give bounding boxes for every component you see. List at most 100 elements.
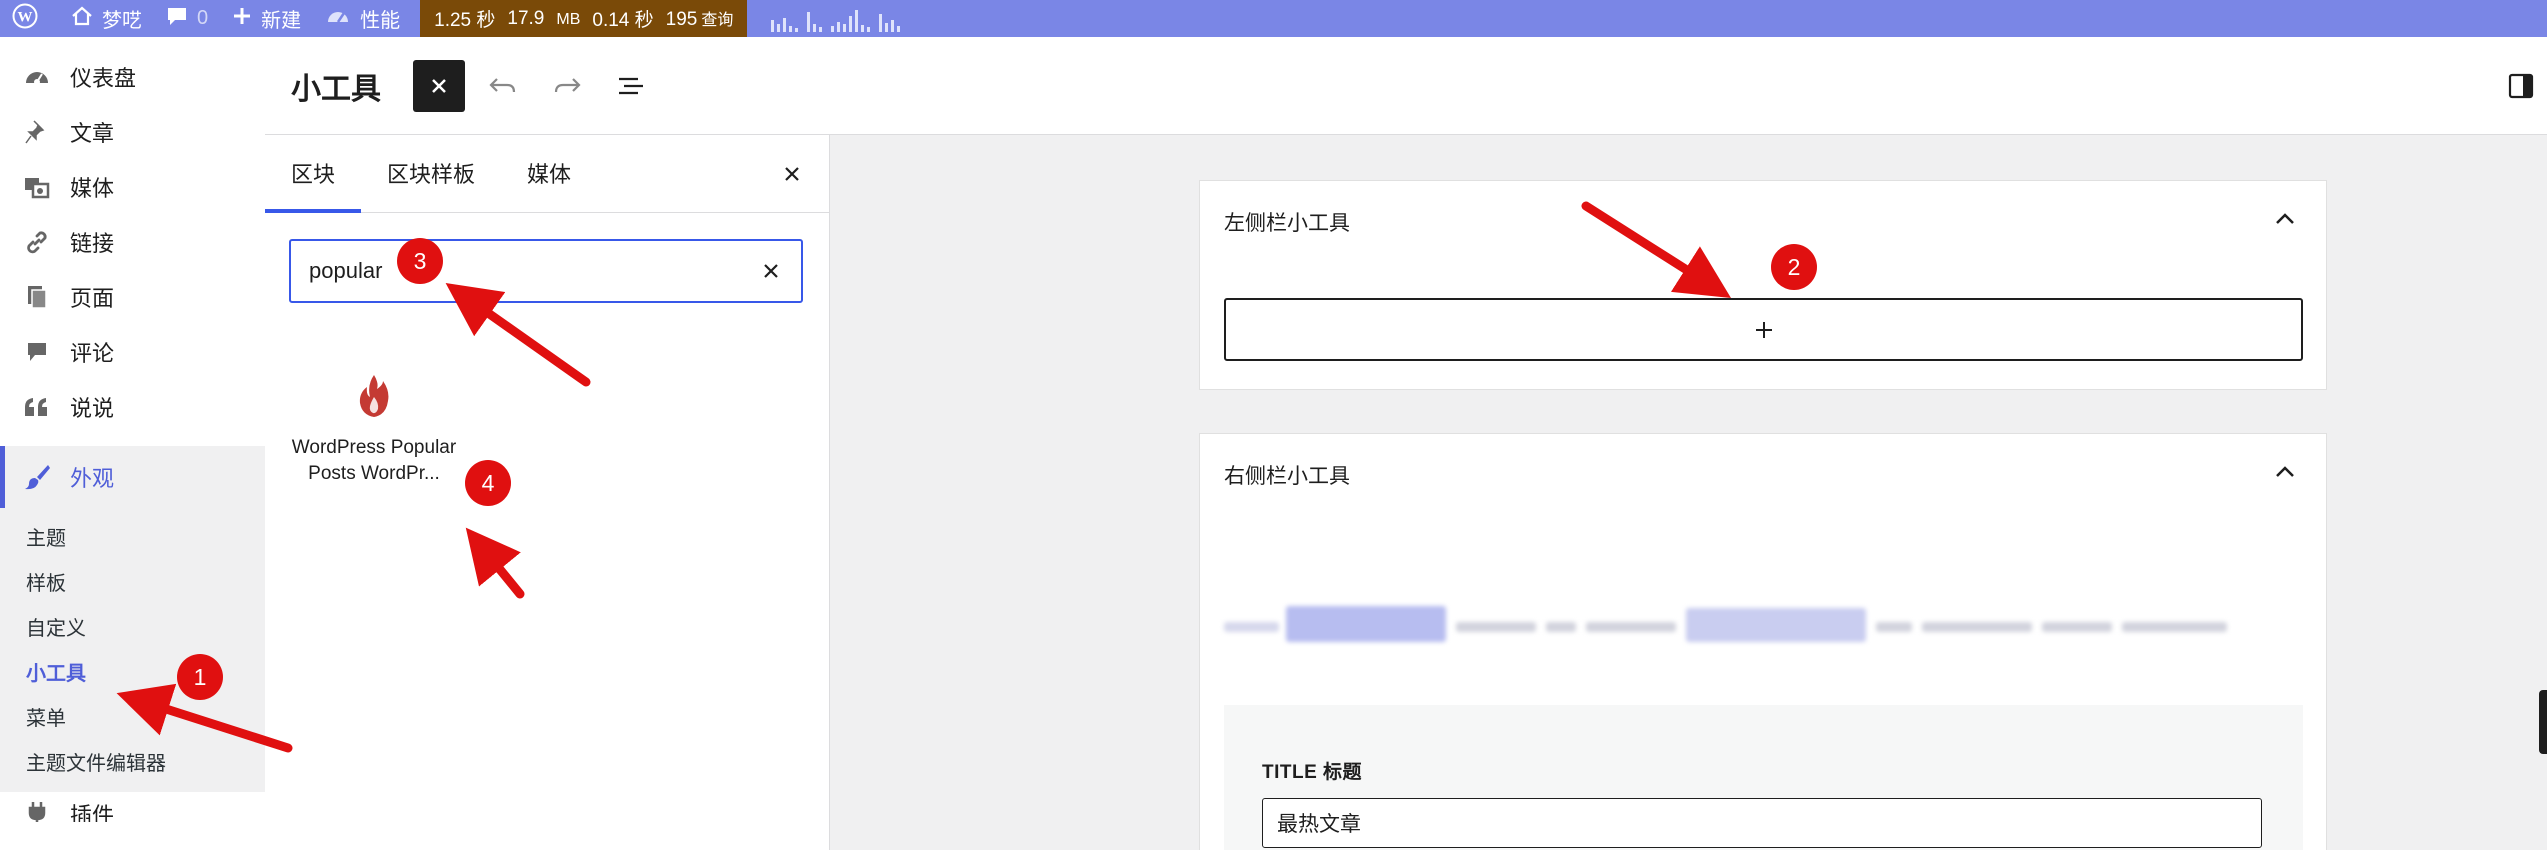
page-title: 小工具 <box>291 72 381 106</box>
plus-icon <box>232 6 252 32</box>
comments-count: 0 <box>197 7 209 29</box>
home-icon <box>71 5 93 33</box>
menu-label: 评论 <box>70 340 115 366</box>
appearance-submenu: 主题 样板 自定义 小工具 菜单 主题文件编辑器 <box>0 508 265 792</box>
close-icon <box>785 167 799 181</box>
svg-text:W: W <box>18 9 33 25</box>
undo-button[interactable] <box>477 60 529 112</box>
widget-area-title: 右侧栏小工具 <box>1224 465 1350 488</box>
flame-icon <box>289 373 459 423</box>
comment-icon <box>22 338 52 366</box>
media-icon <box>22 173 52 201</box>
new-label: 新建 <box>261 10 302 32</box>
admin-sidebar-menu: 仪表盘 文章 媒体 链接 页面 评论 说说 外观 主题 样板 自定义 小工具 菜… <box>0 37 265 850</box>
menu-label: 说说 <box>70 395 115 421</box>
chevron-up-icon[interactable] <box>2272 209 2298 229</box>
popular-posts-widget[interactable]: TITLE 标题 最热文章 <box>1224 705 2303 850</box>
memory-unit: MB <box>556 10 581 28</box>
query-count: 195 查询 <box>666 6 734 31</box>
menu-item-posts[interactable]: 文章 <box>0 104 265 159</box>
wordpress-logo-menu[interactable]: W <box>0 0 59 37</box>
admin-bar: W 梦呓 0 新建 性能 1.25 秒 17.9 MB 0.14 秒 195 查询 <box>0 0 2547 37</box>
annotation-badge-4: 4 <box>465 460 511 506</box>
tab-media[interactable]: 媒体 <box>501 134 597 212</box>
activity-sparkline <box>771 6 901 32</box>
submenu-menus[interactable]: 菜单 <box>0 694 265 739</box>
dashboard-icon <box>22 63 52 91</box>
widget-area-left-sidebar: 左侧栏小工具 <box>1199 180 2327 390</box>
menu-item-plugins[interactable]: 插件 <box>0 792 265 822</box>
sidebar-icon <box>2508 73 2534 99</box>
widget-title-label: TITLE 标题 <box>1262 762 1363 783</box>
block-result-title: WordPress Popular Posts WordPr... <box>291 437 457 484</box>
menu-label: 插件 <box>70 803 115 822</box>
annotation-badge-1: 1 <box>177 654 223 700</box>
memory-value: 17.9 <box>507 7 545 29</box>
submenu-themes[interactable]: 主题 <box>0 514 265 559</box>
query-count-value: 195 <box>665 9 698 30</box>
menu-label: 媒体 <box>70 175 115 201</box>
close-inserter-button[interactable] <box>775 157 809 191</box>
submenu-theme-file-editor[interactable]: 主题文件编辑器 <box>0 739 265 784</box>
comments-link[interactable]: 0 <box>154 0 220 37</box>
menu-item-appearance[interactable]: 外观 <box>0 446 265 508</box>
add-block-button[interactable] <box>1224 298 2303 361</box>
menu-item-links[interactable]: 链接 <box>0 214 265 269</box>
pin-icon <box>22 118 52 146</box>
quote-icon <box>22 393 52 421</box>
site-name-link[interactable]: 梦呓 <box>59 0 154 37</box>
plus-icon <box>1755 321 1772 338</box>
query-time: 0.14 秒 <box>592 10 654 31</box>
block-result-popular-posts[interactable]: WordPress Popular Posts WordPr... <box>289 373 459 487</box>
page-time: 1.25 秒 <box>434 10 496 31</box>
widget-areas-canvas: 左侧栏小工具 右侧栏小工具 TITLE 标题 最热文章 <box>831 135 2547 850</box>
menu-item-comments[interactable]: 评论 <box>0 324 265 379</box>
menu-label: 链接 <box>70 230 115 256</box>
menu-item-talk[interactable]: 说说 <box>0 379 265 434</box>
undo-icon <box>489 77 516 92</box>
annotation-badge-3: 3 <box>397 238 443 284</box>
blurred-notice <box>1224 602 2304 646</box>
menu-label: 外观 <box>70 466 115 491</box>
canvas-scrollbar-thumb[interactable] <box>2539 690 2547 754</box>
performance-link[interactable]: 性能 <box>313 0 412 37</box>
menu-label: 文章 <box>70 120 115 146</box>
document-overview-button[interactable] <box>605 60 657 112</box>
submenu-widgets[interactable]: 小工具 <box>0 649 265 694</box>
query-label: 查询 <box>701 12 734 29</box>
block-search-input[interactable] <box>291 243 731 299</box>
widget-area-right-sidebar: 右侧栏小工具 TITLE 标题 最热文章 <box>1199 433 2327 850</box>
brush-icon <box>22 463 52 491</box>
gauge-icon <box>325 4 351 34</box>
tab-patterns[interactable]: 区块样板 <box>361 134 501 212</box>
editor-header: 小工具 <box>265 37 2547 135</box>
close-icon <box>764 264 778 278</box>
performance-label: 性能 <box>360 10 401 32</box>
widget-title-input[interactable]: 最热文章 <box>1262 798 2262 848</box>
submenu-customize[interactable]: 自定义 <box>0 604 265 649</box>
inserter-tabs: 区块 区块样板 媒体 <box>265 135 829 213</box>
block-inserter-panel: 区块 区块样板 媒体 WordPress Popular Posts WordP… <box>265 135 830 850</box>
query-monitor-stats[interactable]: 1.25 秒 17.9 MB 0.14 秒 195 查询 <box>420 0 748 37</box>
menu-item-dashboard[interactable]: 仪表盘 <box>0 49 265 104</box>
new-content-link[interactable]: 新建 <box>220 0 313 37</box>
plugin-icon <box>22 798 52 822</box>
settings-sidebar-toggle[interactable] <box>2495 60 2547 112</box>
menu-item-pages[interactable]: 页面 <box>0 269 265 324</box>
close-block-inserter-button[interactable] <box>413 59 465 112</box>
list-view-icon <box>619 77 643 94</box>
link-icon <box>22 228 52 256</box>
block-search-box <box>289 239 803 303</box>
menu-item-media[interactable]: 媒体 <box>0 159 265 214</box>
redo-button[interactable] <box>541 60 593 112</box>
wordpress-logo-icon: W <box>12 3 38 35</box>
annotation-badge-2: 2 <box>1771 244 1817 290</box>
clear-search-button[interactable] <box>755 255 787 287</box>
tab-blocks[interactable]: 区块 <box>265 134 362 213</box>
chevron-up-icon[interactable] <box>2272 462 2298 482</box>
submenu-patterns[interactable]: 样板 <box>0 559 265 604</box>
widget-area-title: 左侧栏小工具 <box>1224 212 1350 235</box>
menu-label: 仪表盘 <box>70 65 137 91</box>
close-icon <box>432 78 446 93</box>
redo-icon <box>554 77 581 92</box>
